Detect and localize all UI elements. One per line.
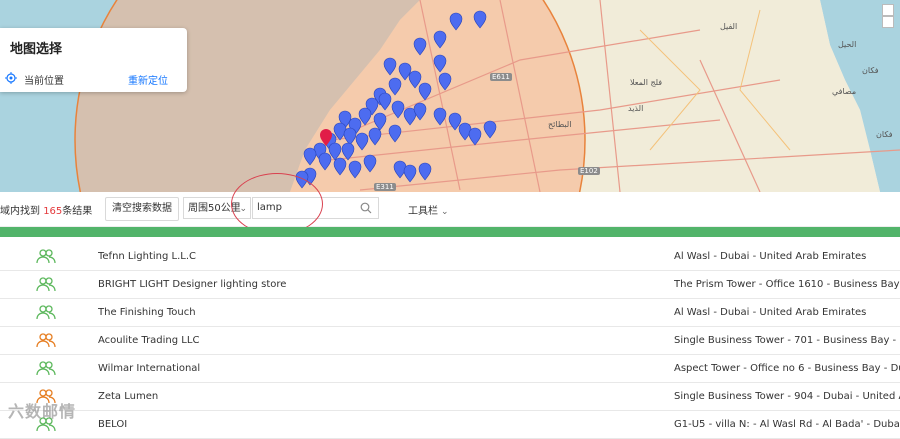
table-row[interactable]: BELOIhttps://beloi.aeG1-U5 - villa N: - … xyxy=(0,411,900,439)
place-label: فلج المعلا xyxy=(630,78,663,87)
table-row[interactable]: Zeta Lumenhttp://wzeta.ae@gmail.c...Sing… xyxy=(0,383,900,411)
address: Single Business Tower - 701 - Business B… xyxy=(674,335,900,346)
contacts-icon xyxy=(36,248,56,264)
road-label-e311: E311 xyxy=(374,183,396,191)
company-name: Wilmar International xyxy=(98,363,201,374)
contacts-icon xyxy=(36,360,56,376)
table-row[interactable]: The Finishing Touchhttps://ww.thefinishi… xyxy=(0,299,900,327)
chevron-down-icon: ⌄ xyxy=(441,207,449,217)
company-name: The Finishing Touch xyxy=(98,307,196,318)
panel-title: 地图选择 xyxy=(10,42,63,57)
road-label-e611: E611 xyxy=(490,73,512,81)
address: Al Wasl - Dubai - United Arab Emirates xyxy=(674,251,867,262)
contacts-icon xyxy=(36,304,56,320)
search-toolbar: 域内找到 165条结果 清空搜索数据 周围50公里 ⌄ lamp 工具栏 ⌄ xyxy=(0,192,900,227)
company-name: Zeta Lumen xyxy=(98,391,159,402)
place-label: الحيل xyxy=(838,40,857,49)
contacts-icon xyxy=(36,332,56,348)
address: Al Wasl - Dubai - United Arab Emirates xyxy=(674,307,867,318)
map-zoom-in-button[interactable] xyxy=(882,4,894,16)
search-icon[interactable] xyxy=(360,202,372,214)
table-row[interactable]: Wilmar Internationalhttps://wnarintl.com… xyxy=(0,355,900,383)
results-table: Tefnn Lighting L.L.Chttps://scrofile.com… xyxy=(0,243,900,439)
map-select-panel: 地图选择 当前位置 重新定位 xyxy=(0,28,187,92)
table-row[interactable]: Acoulite Trading LLChttp://wacoulite.com… xyxy=(0,327,900,355)
company-name: Acoulite Trading LLC xyxy=(98,335,200,346)
result-prefix: 域内找到 xyxy=(0,206,44,217)
map-zoom-out-button[interactable] xyxy=(882,16,894,28)
table-row[interactable]: Tefnn Lighting L.L.Chttps://scrofile.com… xyxy=(0,243,900,271)
place-label: فکان xyxy=(876,130,893,139)
place-label: الذيد xyxy=(628,104,644,113)
table-row[interactable]: BRIGHT LIGHT Designer lighting storehttp… xyxy=(0,271,900,299)
locate-icon[interactable] xyxy=(5,72,17,84)
relocate-button[interactable]: 重新定位 xyxy=(128,72,168,87)
watermark: 六数邮情 xyxy=(8,402,77,421)
toolbar-menu[interactable]: 工具栏 ⌄ xyxy=(408,202,449,217)
address: G1-U5 - villa N: - Al Wasl Rd - Al Bada'… xyxy=(674,419,900,430)
address: Single Business Tower - 904 - Dubai - Un… xyxy=(674,391,900,402)
place-label: البطائح xyxy=(548,120,572,129)
place-label: الفيل xyxy=(720,22,738,31)
road-label-e102: E102 xyxy=(578,167,600,175)
address: The Prism Tower - Office 1610 - Business… xyxy=(674,279,900,290)
place-label: مصافي xyxy=(832,87,857,96)
result-suffix: 条结果 xyxy=(62,206,93,217)
company-name: BELOI xyxy=(98,419,128,430)
toolbar-menu-label: 工具栏 xyxy=(408,206,438,217)
result-summary: 域内找到 165条结果 xyxy=(0,202,92,217)
result-count: 165 xyxy=(43,206,63,217)
contacts-icon xyxy=(36,276,56,292)
address: Aspect Tower - Office no 6 - Business Ba… xyxy=(674,363,900,374)
clear-search-button[interactable]: 清空搜索数据 xyxy=(105,197,179,221)
company-name: Tefnn Lighting L.L.C xyxy=(98,251,197,262)
current-location-label: 当前位置 xyxy=(24,76,64,87)
company-name: BRIGHT LIGHT Designer lighting store xyxy=(98,279,287,290)
progress-bar xyxy=(0,227,900,237)
place-label: فكان xyxy=(862,66,879,75)
highlight-circle xyxy=(231,173,323,235)
